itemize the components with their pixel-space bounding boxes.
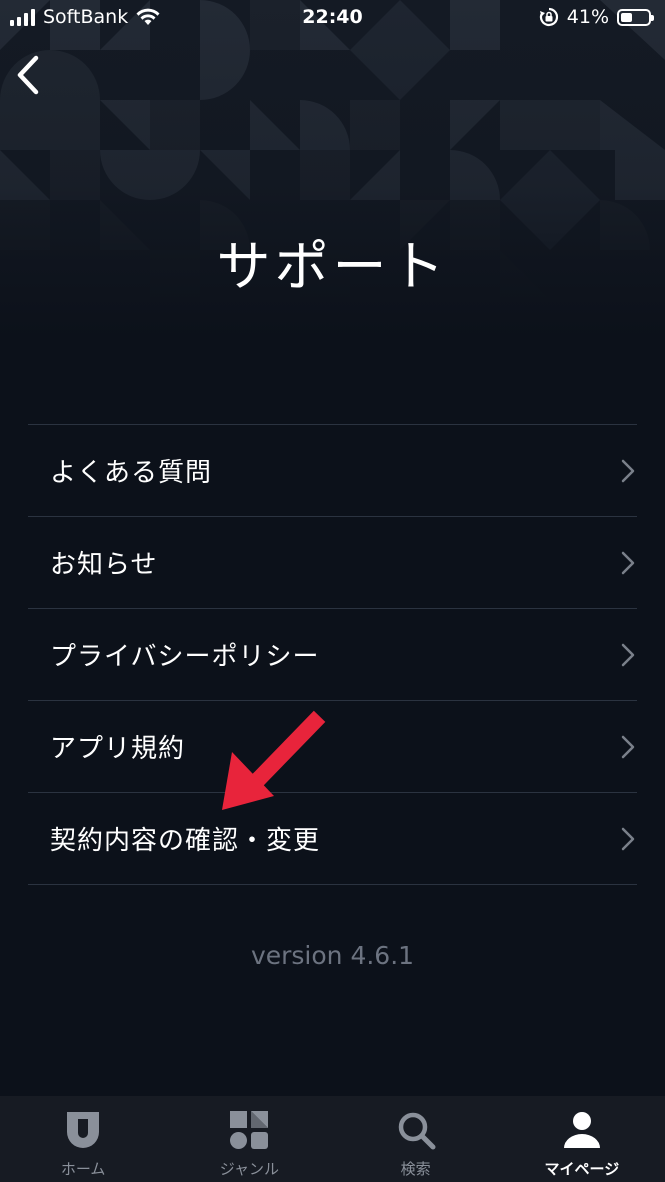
menu-item-label: アプリ規約 <box>50 734 186 764</box>
shield-icon <box>64 1108 102 1152</box>
support-menu: よくある質問 お知らせ プライバシーポリシー アプリ規約 契約内容の確認・変更 <box>28 424 637 885</box>
menu-item-label: お知らせ <box>50 550 158 580</box>
chevron-right-icon <box>621 459 635 483</box>
battery-icon <box>617 8 654 26</box>
chevron-right-icon <box>621 735 635 759</box>
tab-mypage[interactable]: マイページ <box>499 1096 665 1182</box>
chevron-right-icon <box>621 827 635 851</box>
tab-home[interactable]: ホーム <box>0 1096 166 1182</box>
page-title: サポート <box>216 235 449 298</box>
menu-item-contract[interactable]: 契約内容の確認・変更 <box>28 793 637 885</box>
menu-item-label: よくある質問 <box>50 458 213 488</box>
version-text: version 4.6.1 <box>250 941 415 970</box>
chevron-left-icon <box>17 55 39 95</box>
battery-percent: 41% <box>566 6 609 28</box>
search-icon <box>396 1108 436 1152</box>
tab-search[interactable]: 検索 <box>333 1096 499 1182</box>
tab-genre[interactable]: ジャンル <box>166 1096 332 1182</box>
menu-item-label: 契約内容の確認・変更 <box>50 826 321 856</box>
tab-bar: ホーム ジャンル 検索 マイページ <box>0 1096 665 1182</box>
battery-level <box>621 12 632 22</box>
chevron-right-icon <box>621 643 635 667</box>
tab-label: ホーム <box>60 1160 106 1178</box>
genre-grid-icon <box>229 1108 269 1152</box>
tab-label: 検索 <box>400 1160 431 1178</box>
menu-item-label: プライバシーポリシー <box>50 642 320 672</box>
back-button[interactable] <box>6 50 50 100</box>
chevron-right-icon <box>621 551 635 575</box>
menu-item-faq[interactable]: よくある質問 <box>28 425 637 517</box>
menu-item-news[interactable]: お知らせ <box>28 517 637 609</box>
menu-item-app-terms[interactable]: アプリ規約 <box>28 701 637 793</box>
rotation-lock-icon <box>539 7 558 27</box>
support-screen: SoftBank 22:40 41% サポート よくある質問 お知らせ プライバ… <box>0 0 665 1182</box>
user-icon <box>562 1108 602 1152</box>
menu-item-privacy-policy[interactable]: プライバシーポリシー <box>28 609 637 701</box>
status-bar: SoftBank 22:40 41% <box>0 0 665 36</box>
tab-label: マイページ <box>544 1160 620 1178</box>
tab-label: ジャンル <box>219 1160 279 1178</box>
status-right: 41% <box>539 6 654 28</box>
battery-cap <box>651 14 654 21</box>
